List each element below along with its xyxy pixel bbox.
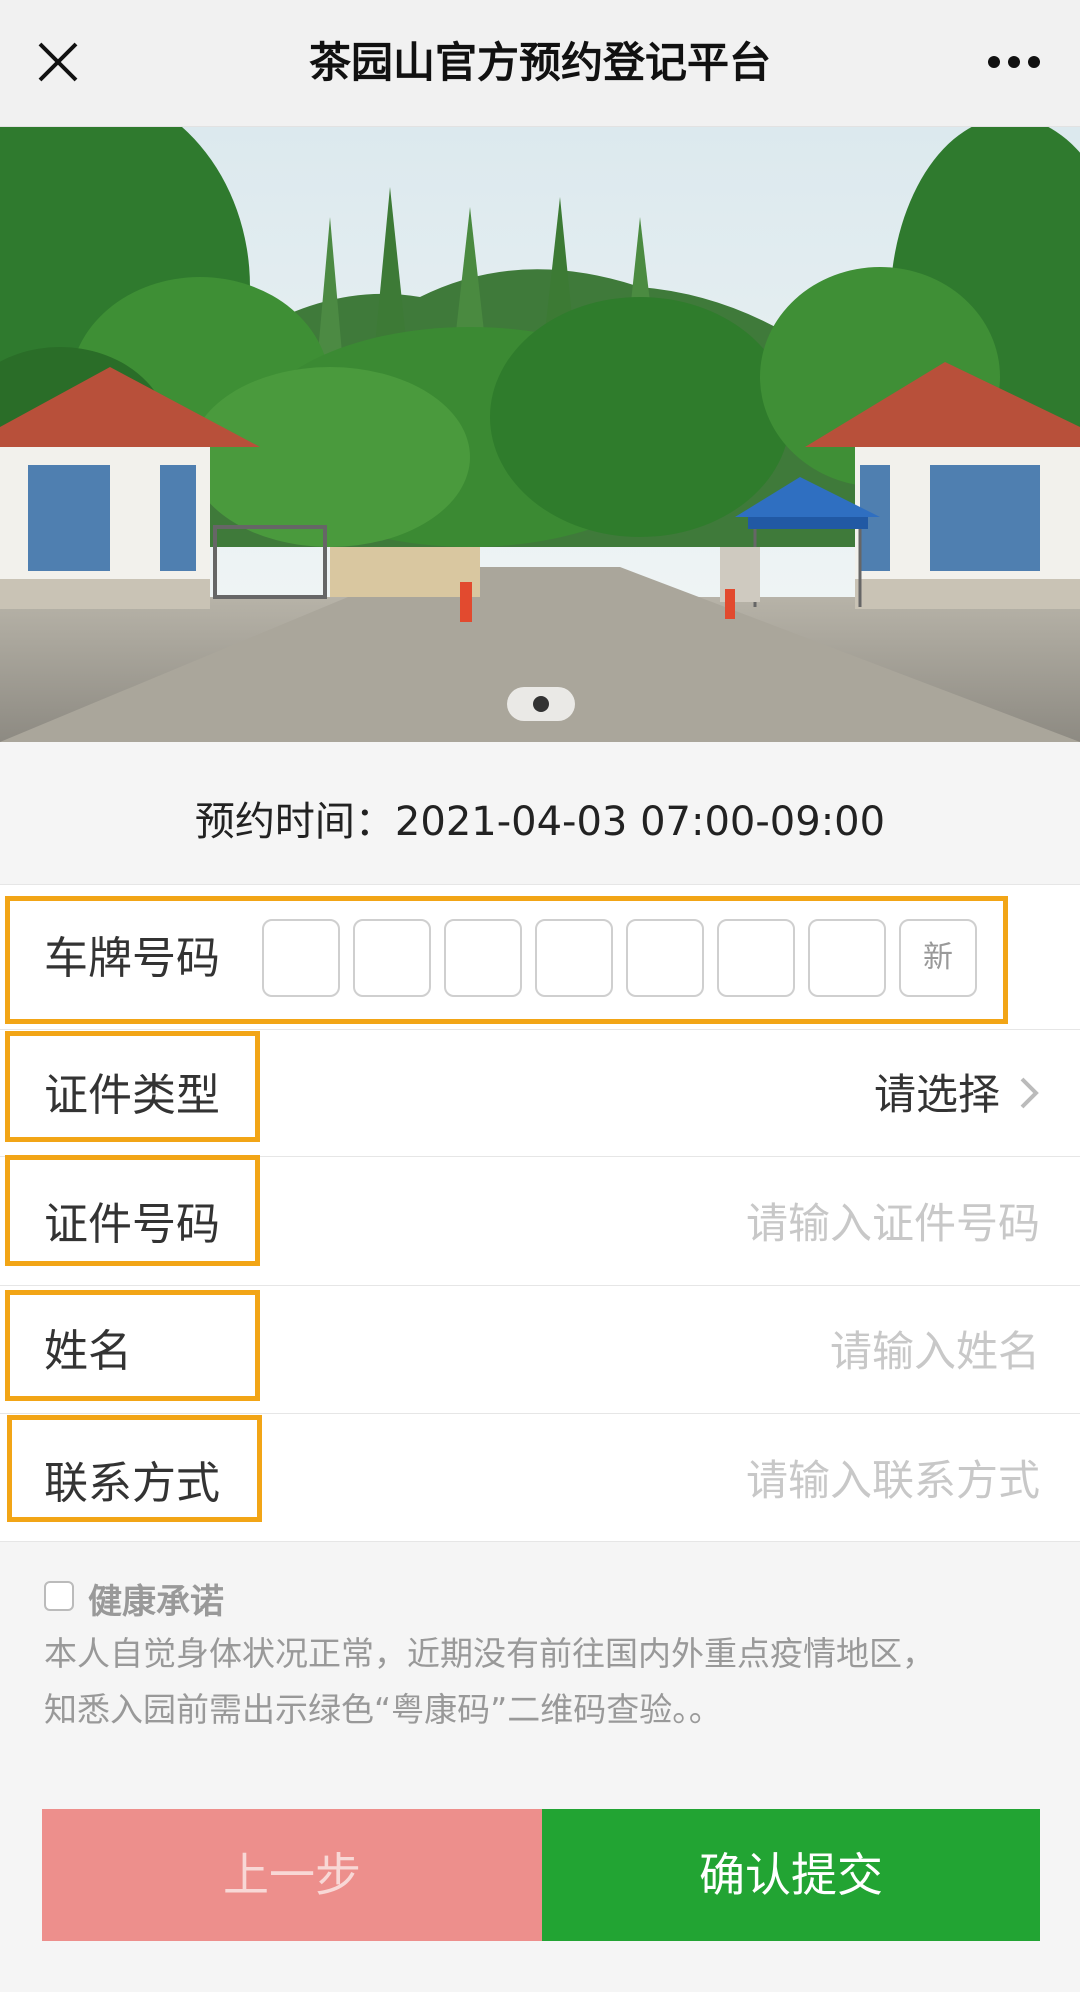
page-title: 茶园山官方预约登记平台 [308, 38, 771, 87]
health-pledge-line-1: 本人自觉身体状况正常，近期没有前往国内外重点疫情地区， [44, 1634, 935, 1673]
health-checkbox[interactable] [44, 1581, 74, 1611]
health-title: 健康承诺 [88, 1582, 224, 1622]
highlight-id-type [5, 1031, 260, 1142]
more-icon[interactable] [986, 50, 1042, 74]
id-type-select[interactable]: 请选择 [874, 1061, 1000, 1122]
highlight-id-number [5, 1155, 260, 1266]
close-icon[interactable] [36, 40, 80, 84]
top-nav-bar: 茶园山官方预约登记平台 [0, 0, 1080, 127]
reservation-time: 预约时间：2021-04-03 07:00-09:00 [194, 799, 886, 845]
previous-step-button[interactable]: 上一步 [42, 1809, 542, 1941]
health-pledge-line-2: 知悉入园前需出示绿色“粤康码”二维码查验。。 [44, 1690, 722, 1729]
highlight-plate [5, 896, 1008, 1024]
registration-form: 车牌号码 新 证件类型 请选择 证件号码 请输入证件号码 姓名 请输入姓名 联系… [0, 884, 1080, 1542]
id-number-input[interactable]: 请输入证件号码 [746, 1190, 1040, 1251]
highlight-name [5, 1290, 260, 1401]
highlight-contact [7, 1415, 262, 1522]
carousel-image[interactable] [0, 127, 1080, 742]
park-gate-illustration [0, 127, 1080, 742]
health-pledge-text: 本人自觉身体状况正常，近期没有前往国内外重点疫情地区， 知悉入园前需出示绿色“粤… [44, 1626, 1044, 1738]
chevron-right-icon [1020, 1077, 1039, 1109]
carousel-dot-active [533, 696, 549, 712]
name-input[interactable]: 请输入姓名 [830, 1318, 1040, 1379]
contact-input[interactable]: 请输入联系方式 [746, 1447, 1040, 1508]
submit-button[interactable]: 确认提交 [542, 1809, 1040, 1941]
carousel-indicator [507, 687, 575, 721]
